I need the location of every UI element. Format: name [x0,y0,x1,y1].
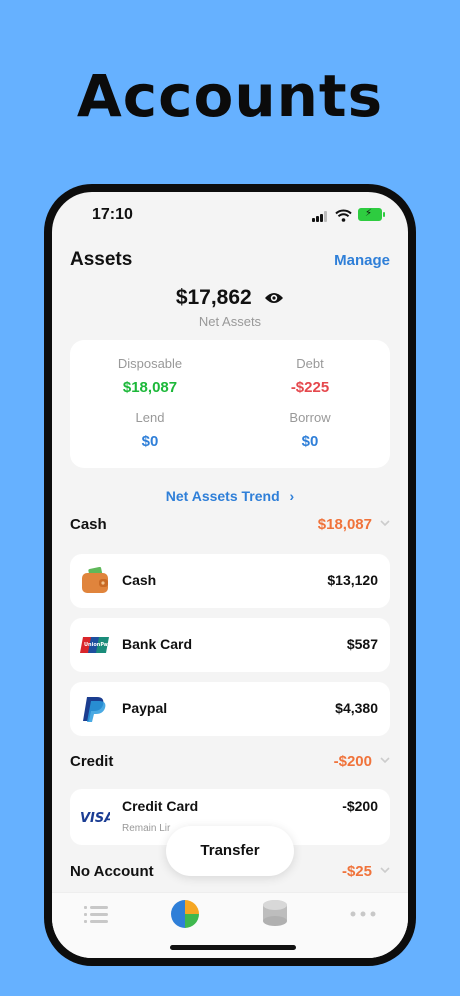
debt-label: Debt [296,356,324,371]
debt-value: -$225 [290,379,330,396]
lend-value: $0 [141,433,159,450]
wallet-icon [82,567,108,593]
visa-icon: VISA [80,811,110,826]
disposable-label: Disposable [117,356,183,371]
chevron-down-icon [380,867,390,874]
net-assets-amount: $17,862 [175,286,252,309]
eye-icon[interactable] [264,291,284,305]
headline: Accounts [76,62,384,130]
tab-bar [52,892,408,958]
paypal-icon [83,697,106,722]
net-assets-label: Net Assets [198,314,262,329]
home-indicator [170,945,296,950]
account-amount: -$200 [342,798,378,814]
account-name: Credit Card [122,798,199,814]
status-time: 17:10 [92,206,133,223]
section-credit[interactable]: Credit -$200 [70,753,390,775]
battery-icon: ⚡ [358,208,385,221]
section-no-account-name: No Account [70,863,154,880]
phone-frame: 17:10 ⚡ Assets Manage $17,862 Net Assets [44,184,416,966]
disposable-cell: Disposable $18,087 [70,356,230,396]
borrow-value: $0 [301,433,319,450]
page-title: Assets [70,249,133,270]
account-amount: $4,380 [335,700,378,716]
net-assets-trend-link[interactable]: Net Assets Trend › [52,488,408,504]
lend-label: Lend [135,410,165,425]
borrow-label: Borrow [289,410,331,425]
transfer-button[interactable]: Transfer [166,826,294,876]
debt-cell: Debt -$225 [230,356,390,396]
trend-label: Net Assets Trend [165,488,280,504]
account-amount: $587 [346,636,378,652]
net-assets-row: $17,862 [52,286,408,310]
app-screen: 17:10 ⚡ Assets Manage $17,862 Net Assets [52,192,408,958]
coins-icon[interactable] [262,899,288,927]
section-no-account-amount: -$25 [341,863,372,880]
status-bar: 17:10 ⚡ [52,192,408,232]
account-amount: $13,120 [327,572,378,588]
section-cash-amount: $18,087 [317,516,372,533]
account-row-paypal[interactable]: Paypal $4,380 [70,682,390,736]
account-name: Cash [122,572,157,588]
section-cash[interactable]: Cash $18,087 [70,516,390,538]
borrow-cell: Borrow $0 [230,410,390,450]
account-name: Paypal [122,700,168,716]
account-row-cash[interactable]: Cash $13,120 [70,554,390,608]
list-icon[interactable] [84,905,108,925]
wifi-icon [335,209,352,222]
section-cash-name: Cash [70,516,107,533]
lend-cell: Lend $0 [70,410,230,450]
chevron-down-icon [380,757,390,764]
disposable-value: $18,087 [122,379,178,396]
section-credit-amount: -$200 [333,753,372,770]
chevron-right-icon: › [289,488,295,504]
chevron-down-icon [380,520,390,527]
account-name: Bank Card [122,636,193,652]
manage-button[interactable]: Manage [334,252,390,269]
svg-text:UnionPay: UnionPay [84,642,110,648]
more-icon[interactable] [350,911,376,917]
svg-text:VISA: VISA [80,811,110,826]
pie-chart-icon[interactable] [170,899,200,929]
summary-card: Disposable $18,087 Debt -$225 Lend $0 Bo… [70,340,390,468]
unionpay-icon: UnionPay [80,637,110,653]
account-subtext: Remain Lir [122,823,171,834]
signal-icon [312,211,330,222]
section-credit-name: Credit [70,753,114,770]
account-row-bank-card[interactable]: UnionPay Bank Card $587 [70,618,390,672]
